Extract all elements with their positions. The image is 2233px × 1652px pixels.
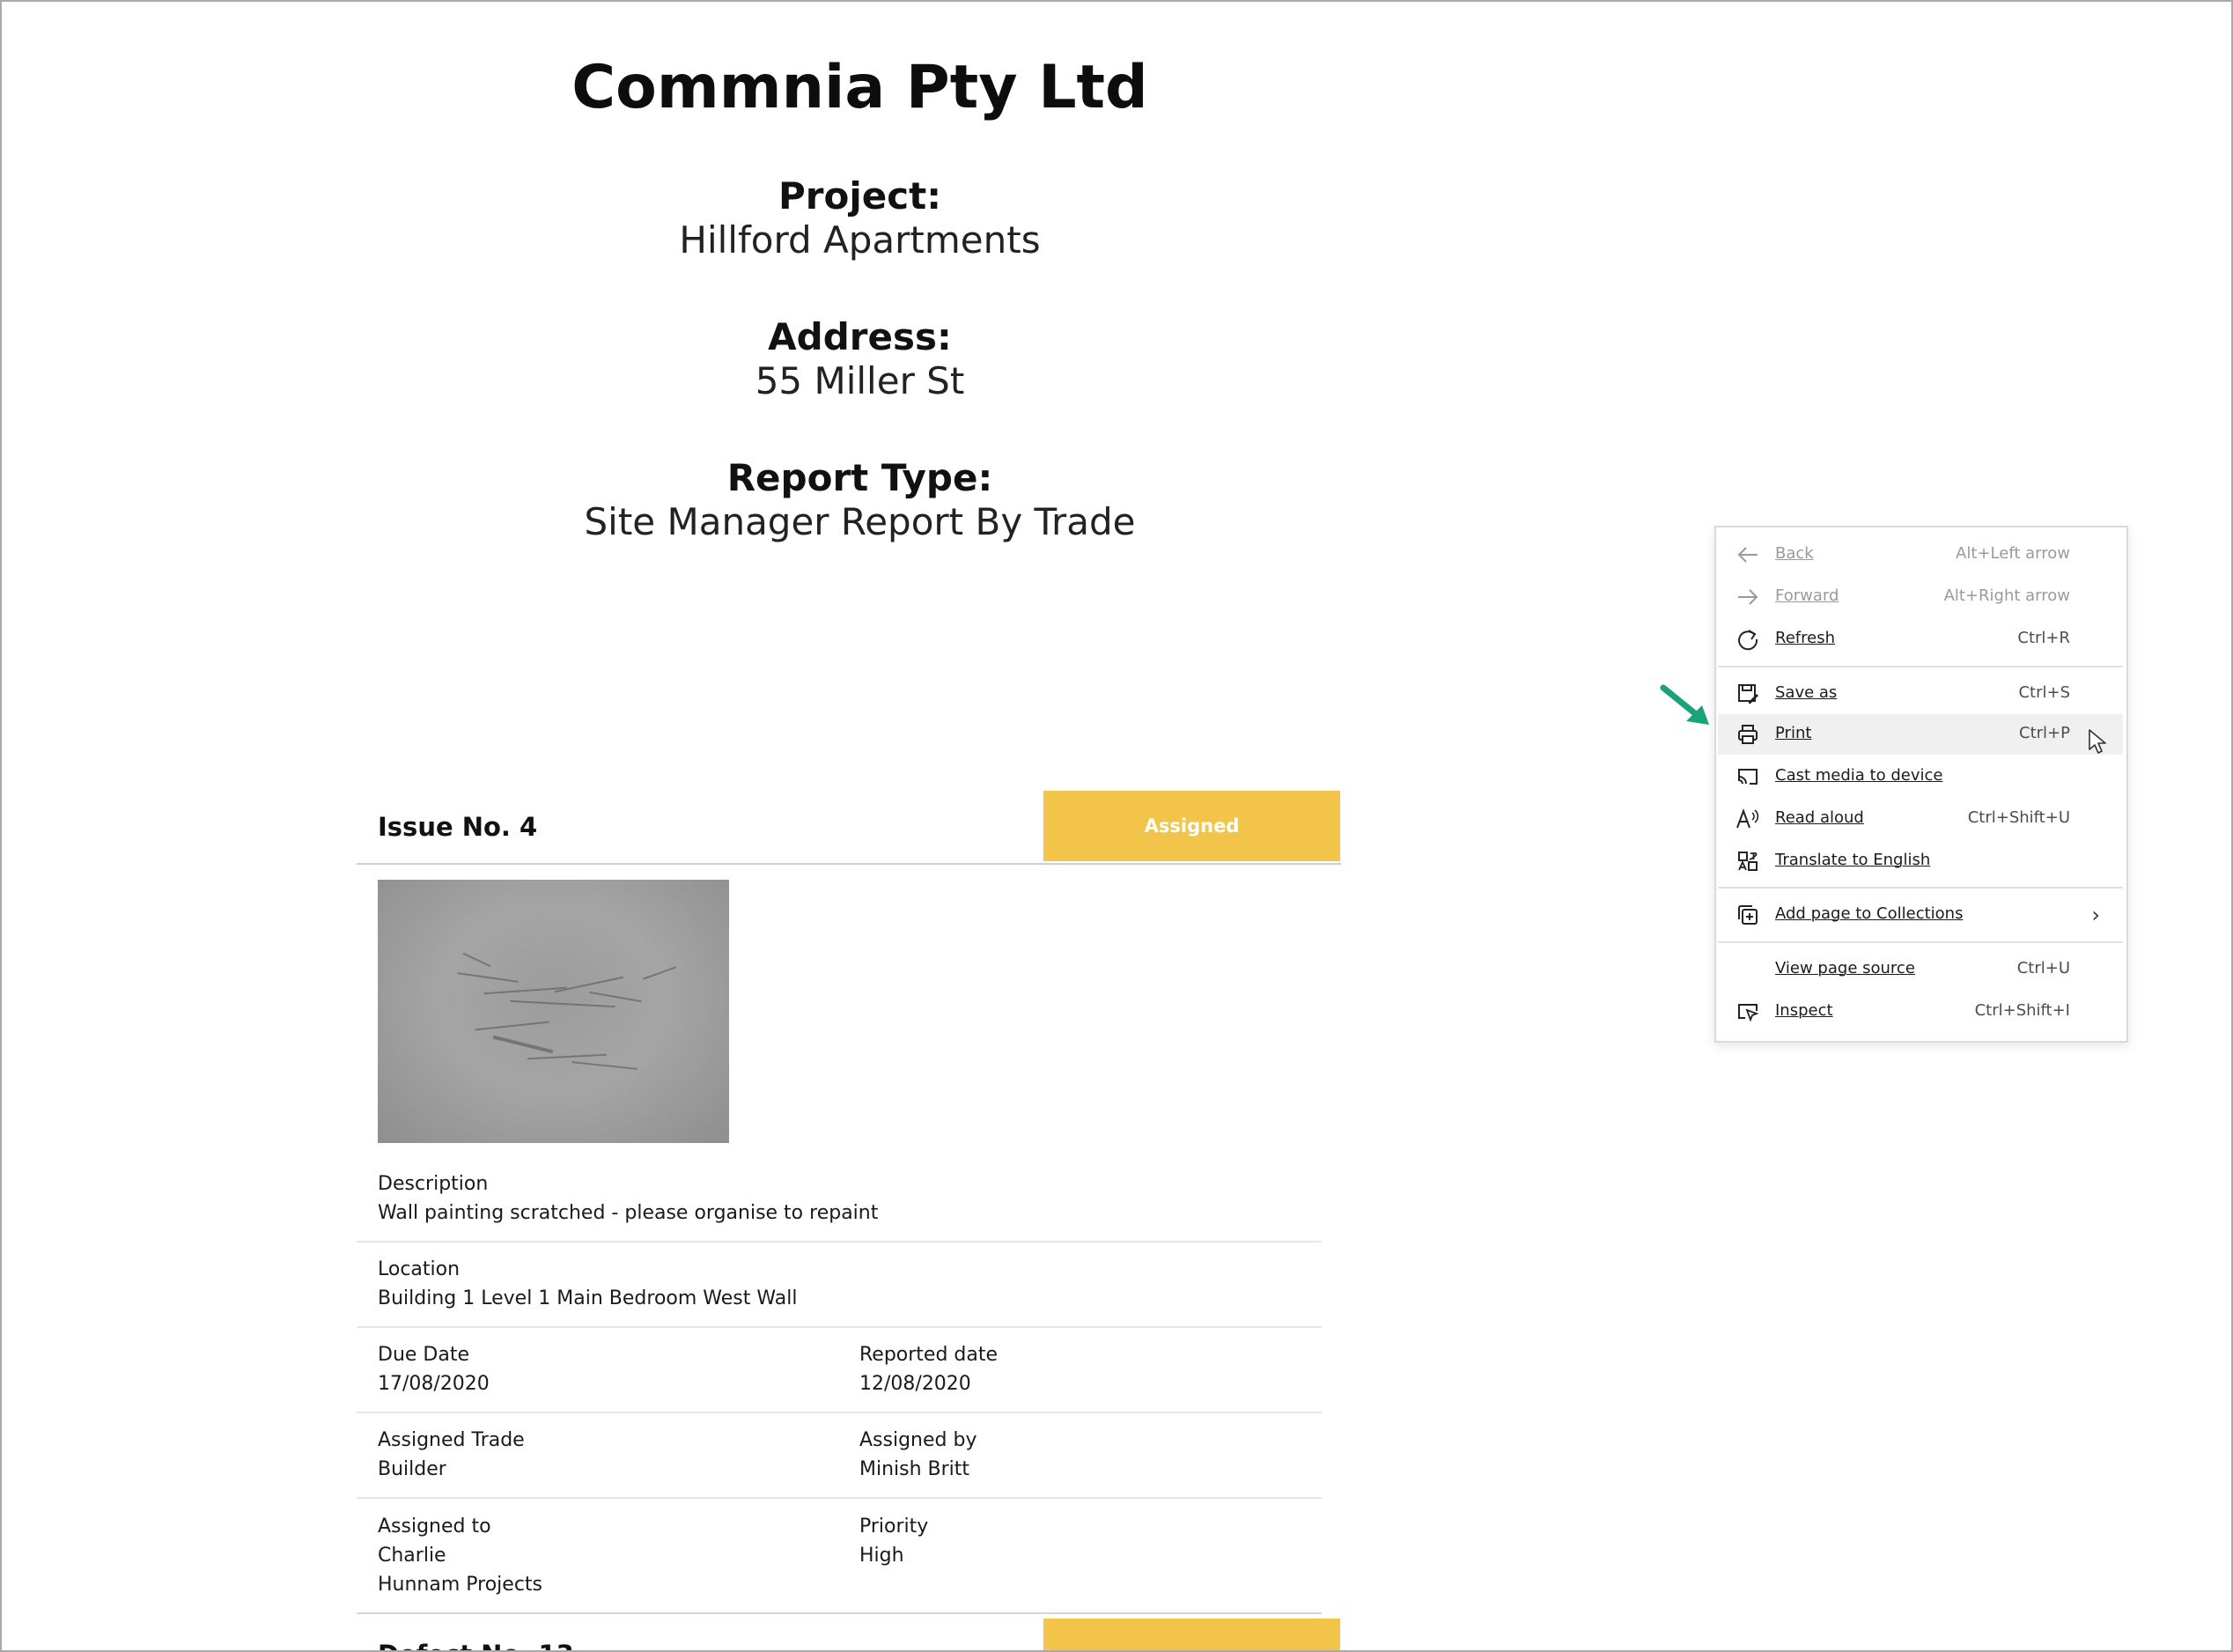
row-divider: [357, 1497, 1322, 1499]
collections-icon: [1736, 903, 1760, 927]
menu-separator: [1718, 666, 2123, 667]
due-date-value: 17/08/2020: [378, 1373, 490, 1395]
arrow-right-icon: [1736, 585, 1760, 609]
menu-separator: [1718, 941, 2123, 943]
priority-label: Priority: [859, 1516, 929, 1538]
issue-header-divider: [357, 863, 1341, 865]
menu-item-shortcut: Ctrl+Shift+U: [1967, 808, 2070, 827]
menu-item-label: Inspect: [1775, 1001, 1833, 1020]
menu-item-label: Read aloud: [1775, 808, 1864, 827]
menu-item-shortcut: Ctrl+S: [2018, 683, 2070, 702]
menu-item-label: Add page to Collections: [1775, 904, 1964, 923]
menu-item-shortcut: Alt+Right arrow: [1943, 586, 2070, 605]
menu-item-shortcut: Ctrl+Shift+I: [1974, 1001, 2070, 1020]
menu-item-print[interactable]: Print Ctrl+P: [1718, 714, 2123, 755]
row-divider: [357, 1412, 1322, 1413]
issue-title: Issue No. 4: [378, 812, 538, 842]
location-label: Location: [378, 1258, 461, 1280]
read-aloud-icon: [1736, 807, 1760, 831]
next-status-badge: [1043, 1619, 1340, 1650]
next-item-title: Defect No. 13: [378, 1640, 574, 1650]
assigned-to-company: Hunnam Projects: [378, 1574, 543, 1596]
menu-separator: [1718, 887, 2123, 889]
save-icon: [1736, 682, 1760, 706]
reported-date-label: Reported date: [859, 1344, 999, 1366]
menu-item-label: Back: [1775, 544, 1814, 563]
project-label: Project:: [777, 174, 941, 218]
menu-item-forward[interactable]: Forward Alt+Right arrow: [1718, 577, 2123, 617]
menu-item-label: Print: [1775, 724, 1812, 742]
cast-icon: [1736, 764, 1760, 789]
annotation-arrow-icon: [1660, 684, 1709, 725]
issue-photo: [378, 880, 729, 1143]
assigned-to-label: Assigned to: [378, 1516, 491, 1538]
address-value: 55 Miller St: [755, 359, 965, 402]
assigned-by-label: Assigned by: [859, 1429, 977, 1451]
row-divider: [357, 1241, 1322, 1243]
assigned-trade-label: Assigned Trade: [378, 1429, 525, 1451]
refresh-icon: [1736, 627, 1760, 652]
page-frame: Commnia Pty Ltd Project: Hillford Apartm…: [0, 0, 2233, 1652]
assigned-trade-value: Builder: [378, 1458, 446, 1480]
context-menu: Back Alt+Left arrow Forward Alt+Right ar…: [1714, 526, 2128, 1043]
menu-item-label: View page source: [1775, 959, 1915, 977]
report-type-label: Report Type:: [726, 456, 993, 499]
menu-item-label: Cast media to device: [1775, 766, 1943, 785]
due-date-label: Due Date: [378, 1344, 469, 1366]
menu-item-refresh[interactable]: Refresh Ctrl+R: [1718, 619, 2123, 660]
description-label: Description: [378, 1173, 489, 1195]
menu-item-shortcut: Ctrl+P: [2019, 724, 2070, 742]
menu-item-inspect[interactable]: Inspect Ctrl+Shift+I: [1718, 992, 2123, 1032]
menu-item-view-source[interactable]: View page source Ctrl+U: [1718, 949, 2123, 990]
description-value: Wall painting scratched - please organis…: [378, 1202, 879, 1224]
menu-item-read-aloud[interactable]: Read aloud Ctrl+Shift+U: [1718, 799, 2123, 839]
menu-item-shortcut: Ctrl+U: [2016, 959, 2070, 977]
address-label: Address:: [768, 315, 952, 358]
menu-item-cast-media[interactable]: Cast media to device: [1718, 756, 2123, 797]
print-icon: [1736, 722, 1760, 747]
row-divider: [357, 1612, 1322, 1614]
location-value: Building 1 Level 1 Main Bedroom West Wal…: [378, 1287, 798, 1309]
issue-header: Issue No. 4 Assigned: [357, 791, 1340, 863]
chevron-right-icon: ›: [2091, 903, 2100, 927]
menu-item-save-as[interactable]: Save as Ctrl+S: [1718, 674, 2123, 714]
menu-item-label: Save as: [1775, 683, 1838, 702]
status-badge: Assigned: [1043, 791, 1340, 861]
menu-item-label: Refresh: [1775, 629, 1835, 647]
row-divider: [357, 1326, 1322, 1328]
report-type-value: Site Manager Report By Trade: [584, 500, 1136, 543]
mouse-cursor-icon: [2089, 729, 2106, 754]
menu-item-shortcut: Ctrl+R: [2017, 629, 2070, 647]
assigned-by-value: Minish Britt: [859, 1458, 970, 1480]
menu-item-label: Translate to English: [1775, 851, 1931, 869]
menu-item-add-to-collections[interactable]: Add page to Collections ›: [1718, 895, 2123, 935]
company-name: Commnia Pty Ltd: [571, 53, 1148, 122]
reported-date-value: 12/08/2020: [859, 1373, 971, 1395]
menu-item-shortcut: Alt+Left arrow: [1956, 544, 2070, 563]
menu-item-label: Forward: [1775, 586, 1839, 605]
menu-item-translate[interactable]: Translate to English: [1718, 841, 2123, 881]
priority-value: High: [859, 1545, 904, 1567]
inspect-icon: [1736, 999, 1760, 1024]
arrow-left-icon: [1736, 542, 1760, 567]
project-value: Hillford Apartments: [679, 218, 1041, 262]
menu-item-back[interactable]: Back Alt+Left arrow: [1718, 535, 2123, 575]
assigned-to-name: Charlie: [378, 1545, 446, 1567]
translate-icon: [1736, 849, 1760, 874]
